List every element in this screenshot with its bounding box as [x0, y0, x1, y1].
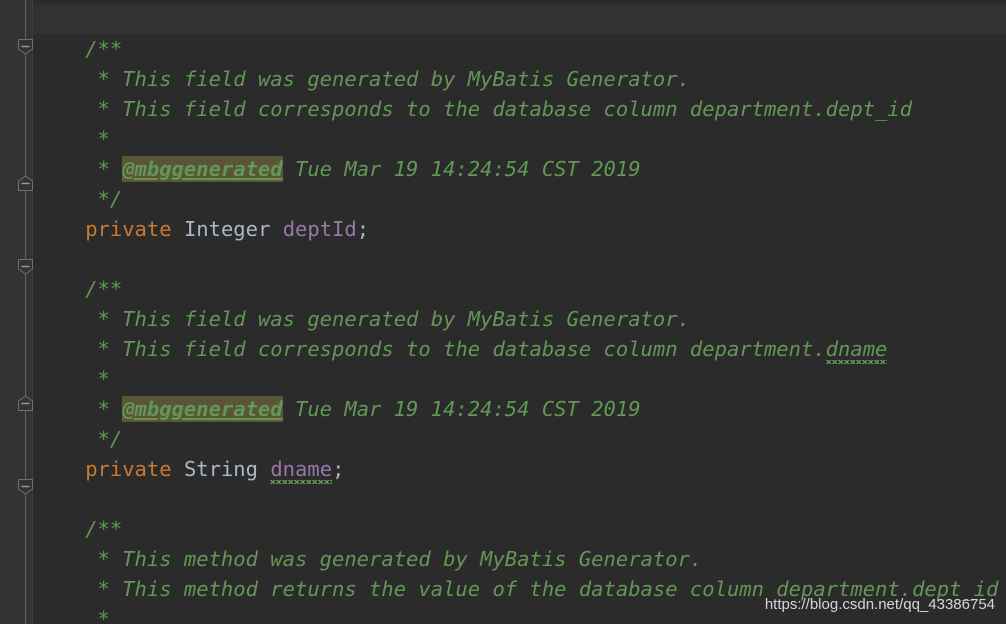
editor-gutter[interactable] — [0, 0, 33, 624]
code-line-javadoc-mbggenerated-2[interactable]: * @mbggenerated Tue Mar 19 14:24:54 CST … — [98, 394, 641, 424]
code-line-javadoc-blank-1[interactable]: * — [98, 124, 110, 154]
fold-rail-3 — [25, 265, 26, 403]
code-line-javadoc-close-2-token-0: */ — [97, 427, 123, 451]
caret-line-highlight — [33, 4, 1006, 34]
code-line-javadoc-open-3[interactable]: /** — [85, 514, 122, 544]
code-line-javadoc-blank-3-token-0: * — [97, 607, 110, 624]
fold-collapse-javadoc-deptid-end-icon[interactable] — [17, 175, 34, 192]
code-line-javadoc-mbggenerated-1-token-0: * — [97, 157, 123, 181]
code-line-javadoc-field-generated-1-token-0: * This field was generated by MyBatis Ge… — [97, 67, 690, 91]
code-line-javadoc-open-1-token-0: /** — [85, 37, 123, 61]
code-line-field-deptid-token-2: Integer — [183, 217, 271, 241]
code-editor-window: public class Dept {/*** This field was g… — [0, 0, 1006, 624]
code-line-javadoc-open-1[interactable]: /** — [85, 34, 122, 64]
code-line-javadoc-method-generated-3-token-0: * This method was generated by MyBatis G… — [97, 547, 703, 571]
code-line-javadoc-field-generated-1[interactable]: * This field was generated by MyBatis Ge… — [98, 64, 690, 94]
code-line-javadoc-mbggenerated-1-token-2: Tue Mar 19 14:24:54 CST 2019 — [282, 157, 641, 181]
code-line-javadoc-field-corresponds-2[interactable]: * This field corresponds to the database… — [98, 334, 888, 364]
code-line-javadoc-blank-2-token-0: * — [97, 367, 110, 391]
code-line-javadoc-mbggenerated-2-token-2: Tue Mar 19 14:24:54 CST 2019 — [282, 397, 641, 421]
fold-collapse-javadoc-dname-end-icon[interactable] — [17, 395, 34, 412]
code-line-field-deptid-token-3 — [270, 217, 282, 241]
fold-collapse-javadoc-dname-icon[interactable] — [17, 258, 34, 275]
code-line-javadoc-close-1-token-0: */ — [97, 187, 123, 211]
code-line-javadoc-mbggenerated-1[interactable]: * @mbggenerated Tue Mar 19 14:24:54 CST … — [98, 154, 641, 184]
code-line-field-dname-token-0: private — [85, 457, 172, 481]
code-line-javadoc-mbggenerated-2-token-1: @mbggenerated — [122, 396, 283, 422]
code-line-javadoc-open-3-token-0: /** — [85, 517, 123, 541]
code-line-field-dname-token-5: ; — [332, 457, 345, 481]
code-line-javadoc-open-2-token-0: /** — [85, 277, 123, 301]
code-line-javadoc-close-1[interactable]: */ — [98, 184, 123, 214]
code-line-javadoc-blank-2[interactable]: * — [98, 364, 110, 394]
code-line-field-deptid-token-1 — [172, 217, 184, 241]
code-line-field-deptid-token-4: deptId — [282, 217, 357, 241]
gutter-divider — [32, 0, 33, 624]
code-line-field-dname-token-2: String — [183, 457, 258, 481]
code-line-field-deptid[interactable]: private Integer deptId; — [85, 214, 369, 244]
fold-rail-1 — [25, 48, 26, 183]
code-line-field-dname-token-1 — [172, 457, 184, 481]
code-text-area[interactable]: public class Dept {/*** This field was g… — [33, 0, 1006, 624]
code-line-javadoc-method-generated-3[interactable]: * This method was generated by MyBatis G… — [98, 544, 703, 574]
code-line-javadoc-blank-1-token-0: * — [97, 127, 110, 151]
fold-collapse-javadoc-getdeptid-icon[interactable] — [17, 478, 34, 495]
fold-rail-2 — [25, 183, 26, 265]
code-line-field-deptid-token-0: private — [85, 217, 172, 241]
code-line-javadoc-open-2[interactable]: /** — [85, 274, 122, 304]
code-line-javadoc-field-corresponds-1-token-0: * This field corresponds to the database… — [97, 97, 913, 121]
code-line-field-deptid-token-5: ; — [356, 217, 370, 241]
fold-collapse-javadoc-deptid-icon[interactable] — [17, 38, 34, 55]
code-line-javadoc-field-generated-2-token-0: * This field was generated by MyBatis Ge… — [97, 307, 690, 331]
code-line-javadoc-field-corresponds-2-token-0: * This field corresponds to the database… — [97, 337, 826, 361]
code-line-field-dname[interactable]: private String dname; — [85, 454, 344, 484]
code-line-javadoc-mbggenerated-2-token-0: * — [97, 397, 123, 421]
code-line-field-dname-token-4: dname — [270, 457, 333, 484]
code-line-field-dname-token-3 — [258, 457, 270, 481]
fold-rail-5 — [25, 485, 26, 624]
code-line-javadoc-field-corresponds-2-token-1: dname — [825, 337, 888, 364]
code-line-javadoc-close-2[interactable]: */ — [98, 424, 123, 454]
code-line-javadoc-field-generated-2[interactable]: * This field was generated by MyBatis Ge… — [98, 304, 690, 334]
code-line-javadoc-field-corresponds-1[interactable]: * This field corresponds to the database… — [98, 94, 913, 124]
watermark-url: https://blog.csdn.net/qq_43386754 — [764, 596, 995, 613]
code-line-javadoc-blank-3[interactable]: * — [98, 604, 110, 624]
code-line-javadoc-mbggenerated-1-token-1: @mbggenerated — [122, 156, 283, 182]
fold-rail-4 — [25, 403, 26, 485]
